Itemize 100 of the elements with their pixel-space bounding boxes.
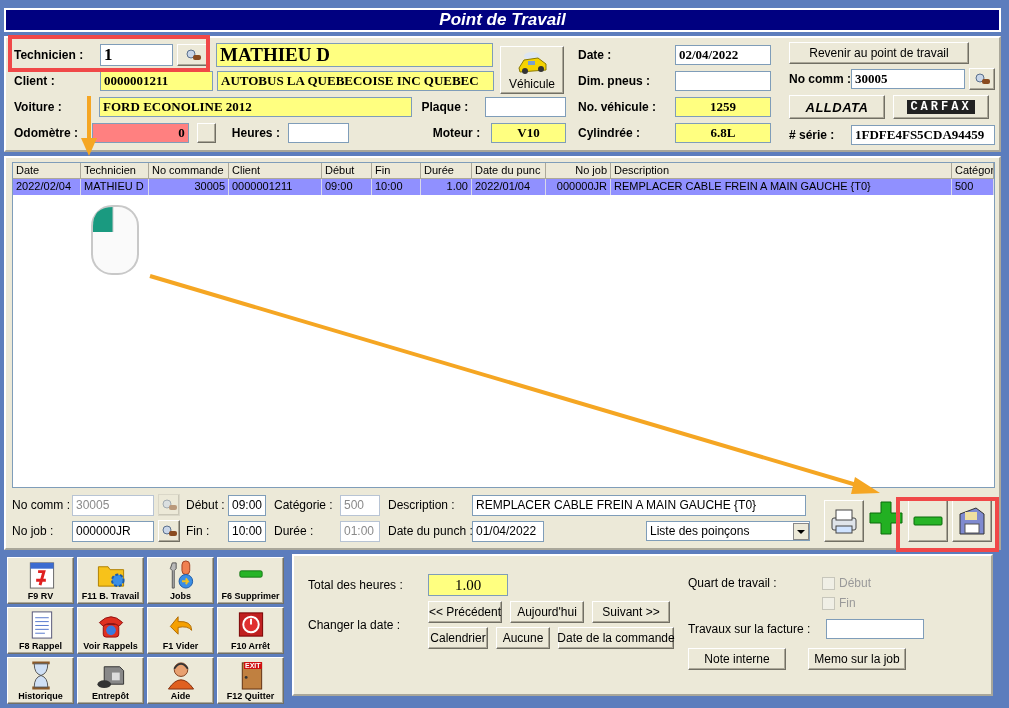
tire-size-field[interactable] xyxy=(675,71,771,91)
field-label: Plaque : xyxy=(421,100,470,114)
field-label: Dim. pneus : xyxy=(578,74,651,88)
column-header[interactable]: Date du punc xyxy=(472,163,546,179)
table-cell: 30005 xyxy=(149,179,229,195)
column-header[interactable]: Fin xyxy=(372,163,421,179)
vehicle-model-field[interactable]: FORD ECONOLINE 2012 xyxy=(99,97,412,117)
minus-icon xyxy=(913,516,943,526)
toolbar-button[interactable]: F6 Supprimer xyxy=(217,557,284,604)
column-header[interactable]: Description xyxy=(611,163,952,179)
table-cell: 09:00 xyxy=(322,179,372,195)
date-button[interactable]: Aujourd'hui xyxy=(510,601,584,623)
column-header[interactable]: No commande xyxy=(149,163,229,179)
punch-date-field[interactable]: 01/04/2022 xyxy=(472,520,544,542)
column-header[interactable]: Technicien xyxy=(81,163,149,179)
toolbar-button[interactable]: F8 Rappel xyxy=(7,607,74,654)
client-name-field[interactable]: AUTOBUS LA QUEBECOISE INC QUEBEC xyxy=(217,71,494,91)
serial-number-field[interactable]: 1FDFE4FS5CDA94459 xyxy=(851,125,995,145)
table-cell: 0000001211 xyxy=(229,179,322,195)
checkbox-label: Fin xyxy=(839,596,856,610)
field-label: Quart de travail : xyxy=(688,576,778,590)
internal-note-button[interactable]: Note interne xyxy=(688,648,786,670)
toolbar-button[interactable]: Jobs xyxy=(147,557,214,604)
alldata-button[interactable]: ALLDATA xyxy=(789,95,885,119)
column-header[interactable]: Client xyxy=(229,163,322,179)
search-icon xyxy=(159,497,179,513)
total-hours-field[interactable]: 1.00 xyxy=(428,574,508,596)
save-button[interactable] xyxy=(952,500,992,542)
column-header[interactable]: Durée xyxy=(421,163,472,179)
table-cell: 10:00 xyxy=(372,179,421,195)
end-time-field[interactable]: 10:00 xyxy=(228,520,266,542)
date-button[interactable]: Date de la commande xyxy=(558,627,674,649)
field-label: Heures : xyxy=(231,126,281,140)
table-cell: REMPLACER CABLE FREIN A MAIN GAUCHE {T0} xyxy=(611,179,952,195)
job-number-field[interactable]: 000000JR xyxy=(72,520,154,542)
table-row[interactable]: 2022/02/04 MATHIEU D 30005 0000001211 09:00 10:00 1.00 2022/01/04 000000JR REMPLACER CABLE FREIN A MAIN GAUCHE {T0} 500 xyxy=(13,179,994,195)
toolbar-button[interactable]: Historique xyxy=(7,657,74,704)
field-label: Voiture : xyxy=(14,100,63,114)
date-button[interactable]: Aucune xyxy=(496,627,550,649)
field-label: Fin : xyxy=(186,524,211,538)
printer-icon xyxy=(828,506,860,536)
column-header[interactable]: Date xyxy=(13,163,81,179)
field-label: Technicien : xyxy=(14,48,85,62)
displacement-field[interactable]: 6.8L xyxy=(675,123,771,143)
field-label: # série : xyxy=(789,128,836,142)
plus-icon xyxy=(868,500,904,536)
field-label: Client : xyxy=(14,74,56,88)
field-label: No. véhicule : xyxy=(578,100,658,114)
column-header[interactable]: Catégor xyxy=(952,163,994,179)
odometer-button[interactable] xyxy=(196,123,216,143)
table-cell: 500 xyxy=(952,179,994,195)
toolbar-button[interactable]: Entrepôt xyxy=(77,657,144,704)
odometer-field[interactable]: 0 xyxy=(92,123,189,143)
job-memo-button[interactable]: Memo sur la job xyxy=(808,648,906,670)
date-field[interactable]: 02/04/2022 xyxy=(675,45,771,65)
field-label: Description : xyxy=(388,498,456,512)
field-label: Changer la date : xyxy=(308,618,402,632)
delete-button[interactable] xyxy=(908,500,948,542)
print-button[interactable] xyxy=(824,500,864,542)
table-cell: MATHIEU D xyxy=(81,179,149,195)
column-header[interactable]: Début xyxy=(322,163,372,179)
technician-field[interactable]: 1 xyxy=(100,44,173,66)
toolbar-button[interactable]: F11 B. Travail xyxy=(77,557,144,604)
mouse-drawing xyxy=(91,205,139,275)
punch-list-dropdown[interactable]: Liste des poinçons xyxy=(646,521,810,541)
description-field[interactable]: REMPLACER CABLE FREIN A MAIN GAUCHE {T0} xyxy=(472,494,806,516)
search-icon xyxy=(972,71,992,87)
date-button[interactable]: Suivant >> xyxy=(592,601,670,623)
plate-field[interactable] xyxy=(484,97,566,117)
date-button[interactable]: << Précédent xyxy=(428,601,502,623)
table-cell: 2022/01/04 xyxy=(472,179,546,195)
field-label: Durée : xyxy=(274,524,315,538)
vehicle-number-field[interactable]: 1259 xyxy=(675,97,771,117)
car-icon xyxy=(516,49,548,75)
start-time-field[interactable]: 09:00 xyxy=(228,494,266,516)
return-button[interactable]: Revenir au point de travail xyxy=(789,42,969,64)
field-label: Date : xyxy=(578,48,613,62)
window-title: Point de Travail xyxy=(4,8,1001,32)
field-label: Catégorie : xyxy=(274,498,334,512)
toolbar-button[interactable]: Aide xyxy=(147,657,214,704)
table-cell: 2022/02/04 xyxy=(13,179,81,195)
field-label: Moteur : xyxy=(432,126,482,140)
toolbar-button[interactable]: F10 Arrêt xyxy=(217,607,284,654)
carfax-button[interactable]: CARFAX xyxy=(893,95,989,119)
date-button[interactable]: Calendrier xyxy=(428,627,488,649)
toolbar-button[interactable]: F9 RV xyxy=(7,557,74,604)
order-number-field[interactable]: 30005 xyxy=(851,69,965,89)
field-label: Odomètre : xyxy=(14,126,79,140)
toolbar-button[interactable]: Voir Rappels xyxy=(77,607,144,654)
invoice-work-field[interactable] xyxy=(826,619,924,639)
engine-field[interactable]: V10 xyxy=(491,123,566,143)
client-code-field[interactable]: 0000001211 xyxy=(100,71,213,91)
field-label: Cylindrée : xyxy=(578,126,641,140)
search-icon xyxy=(159,523,179,539)
toolbar-button[interactable]: F1 Vider xyxy=(147,607,214,654)
vehicle-button[interactable]: Véhicule xyxy=(500,46,564,94)
field-label: Début : xyxy=(186,498,224,512)
column-header[interactable]: No job xyxy=(546,163,611,179)
hours-field[interactable] xyxy=(288,123,349,143)
technician-name-field[interactable]: MATHIEU D xyxy=(216,43,493,67)
